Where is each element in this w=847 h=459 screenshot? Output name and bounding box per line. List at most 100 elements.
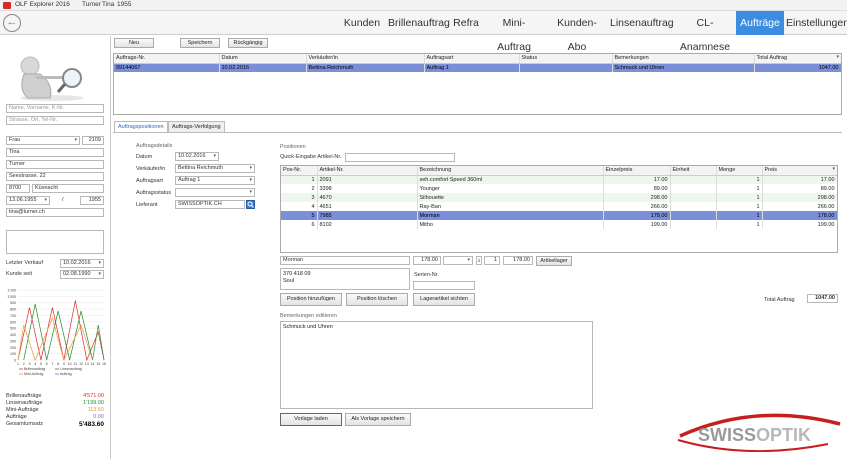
position-price-field[interactable]: 178.00 [413, 256, 441, 265]
position-cell: 7985 [317, 211, 418, 220]
supplier-field[interactable]: SWISSOPTIK.CH [175, 200, 245, 209]
qty-stepper-icon[interactable]: ⇕ [476, 256, 482, 265]
tab-order-tracking[interactable]: Auftrags-Verfolgung [168, 121, 225, 132]
position-row[interactable]: 1 2091 seh.comfort Speed 360ml 17.00 1 17.00 [281, 175, 837, 184]
customer-notes-field[interactable] [6, 230, 104, 254]
position-cell [670, 211, 717, 220]
order-details-heading: Auftragsdetails [136, 143, 173, 149]
street-field[interactable]: Seestrasse. 22 [6, 172, 104, 181]
tab-cl-anamnese[interactable]: CL-Anamnese [676, 11, 734, 53]
customer-number-field[interactable]: 2109 [82, 136, 104, 145]
position-cell: Younger [417, 184, 604, 193]
last-name-field[interactable]: Turner [6, 160, 104, 169]
mini-chart-series-line [23, 303, 105, 361]
tab-einstellungen[interactable]: Einstellungen [786, 11, 847, 35]
order-status-select[interactable] [175, 188, 255, 197]
positions-column-header[interactable]: Preis [762, 166, 837, 176]
tab-kunden-abo[interactable]: Kunden-Abo [548, 11, 606, 53]
tab-order-positions[interactable]: Auftragspositionen [114, 121, 168, 132]
mini-chart-y-tick: 1'000 [7, 295, 16, 299]
position-cell: 3 [281, 193, 318, 202]
tab-linsenauftrag[interactable]: Linsenauftrag [610, 11, 674, 35]
seller-select[interactable]: Bettina Reichmuth [175, 164, 255, 173]
orders-column-header[interactable]: Bemerkungen [612, 54, 755, 64]
mini-chart-legend-label: Auftrag [60, 372, 72, 376]
position-row[interactable]: 3 4670 Silhouette 298.00 1 298.00 [281, 193, 837, 202]
position-total-field[interactable]: 178.00 [503, 256, 533, 265]
orders-column-header[interactable]: Verkäufer/in [306, 54, 425, 64]
orders-column-header[interactable]: Status [519, 54, 613, 64]
new-button[interactable]: Neu [114, 38, 154, 48]
positions-column-header[interactable]: Einzelpreis [603, 166, 671, 176]
order-type-select[interactable]: Auftrag 1 [175, 176, 255, 185]
sales-summary: Brillenaufträge 4'571.00 Linsenaufträge 1'1… [6, 393, 104, 428]
last-purchase-date[interactable]: 10.02.2016 [60, 259, 104, 268]
orders-column-header[interactable]: Total Auftrag [754, 54, 841, 64]
customer-since-date[interactable]: 02.08.1990 [60, 270, 104, 279]
positions-column-header[interactable]: Pos-Nr. [281, 166, 318, 176]
city-field[interactable]: Küsnacht [32, 184, 104, 193]
mini-chart-x-tick: 5 [40, 362, 42, 366]
email-field[interactable]: tina@turner.ch [6, 208, 104, 217]
serial-number-field[interactable] [413, 281, 475, 290]
mini-chart-x-tick: 15 [96, 362, 100, 366]
mini-chart-x-tick: 6 [46, 362, 48, 366]
birth-year-field[interactable]: 1955 [80, 196, 104, 205]
position-note-field[interactable]: 370 418 09 Soul [280, 268, 410, 290]
tab-refra[interactable]: Refra [452, 11, 480, 35]
position-cell: 17.00 [762, 175, 837, 184]
summary-row: Brillenaufträge 4'571.00 [6, 393, 104, 400]
positions-column-header[interactable]: Menge [716, 166, 763, 176]
name-search-input[interactable]: Name, Vorname, K-Nr. [6, 104, 104, 113]
mini-chart-y-tick: 200 [10, 346, 16, 350]
address-search-input[interactable]: Strasse, Ort, Tel-Nr. [6, 116, 104, 125]
mini-chart-legend-label: Brillenauftrag [24, 367, 45, 371]
order-row[interactable]: 99144067 10.02.2016 Bettina Reichmuth Auftr… [114, 63, 841, 72]
salutation-select[interactable]: Frau [6, 136, 80, 145]
birthdate-picker[interactable]: 13.06.1955 [6, 196, 50, 205]
position-row[interactable]: 2 3398 Younger 89.00 1 89.00 [281, 184, 837, 193]
zip-field[interactable]: 8700 [6, 184, 30, 193]
position-row[interactable]: 5 7985 Morman 178.00 1 178.00 [281, 211, 837, 220]
back-arrow-icon[interactable]: ← [3, 14, 21, 32]
quick-entry-input[interactable] [345, 153, 455, 162]
mini-chart-x-tick: 10 [68, 362, 72, 366]
positions-column-header[interactable]: Bezeichnung [417, 166, 604, 176]
mini-chart-y-tick: 400 [10, 333, 16, 337]
position-row[interactable]: 4 4651 Ray-Ban 266.00 1 266.00 [281, 202, 837, 211]
positions-column-header[interactable]: Einheit [670, 166, 717, 176]
position-unit-select[interactable] [443, 256, 473, 265]
tab-brillenauftrag[interactable]: Brillenauftrag [388, 11, 450, 35]
position-cell: 2091 [317, 175, 418, 184]
article-stock-button[interactable]: Artikellager [536, 256, 572, 266]
order-date-picker[interactable]: 10.02.2016 [175, 152, 219, 161]
save-button[interactable]: Speichern [180, 38, 220, 48]
mini-chart-x-tick: 8 [57, 362, 59, 366]
tab-mini-auftrag[interactable]: Mini-Auftrag [486, 11, 542, 53]
position-row[interactable]: 6 8102 Mitho 199.00 1 199.00 [281, 220, 837, 229]
tab-auftraege[interactable]: Aufträge [736, 11, 784, 35]
save-template-button[interactable]: Als Vorlage speichern [345, 413, 411, 426]
mini-chart-series-line [17, 300, 105, 362]
orders-column-header[interactable]: Auftrags-Nr. [114, 54, 220, 64]
supplier-lookup-icon[interactable] [246, 200, 255, 209]
position-cell: 199.00 [762, 220, 837, 229]
first-name-field[interactable]: Tina [6, 148, 104, 157]
tab-kunden[interactable]: Kunden [342, 11, 382, 35]
summary-row: Mini-Aufträge 113.60 [6, 407, 104, 414]
load-template-button[interactable]: Vorlage laden [280, 413, 342, 426]
remarks-editor[interactable]: Schmuck und Uhren [280, 321, 593, 409]
position-qty-field[interactable]: 1 [484, 256, 500, 265]
position-cell: 1 [281, 175, 318, 184]
positions-column-header[interactable]: Artikel-Nr. [317, 166, 418, 176]
view-stock-article-button[interactable]: Lagerartikel sichten [413, 293, 475, 306]
mini-chart-y-tick: 1'100 [7, 289, 16, 293]
position-name-field[interactable]: Morman [280, 256, 410, 265]
add-position-button[interactable]: Position hinzufügen [280, 293, 342, 306]
mini-chart-x-tick: 12 [79, 362, 83, 366]
delete-position-button[interactable]: Position löschen [346, 293, 408, 306]
orders-column-header[interactable]: Datum [219, 54, 307, 64]
order-total-label: Total Auftrag [764, 297, 795, 303]
orders-column-header[interactable]: Auftragsart [424, 54, 520, 64]
undo-button[interactable]: Rückgängig [228, 38, 268, 48]
